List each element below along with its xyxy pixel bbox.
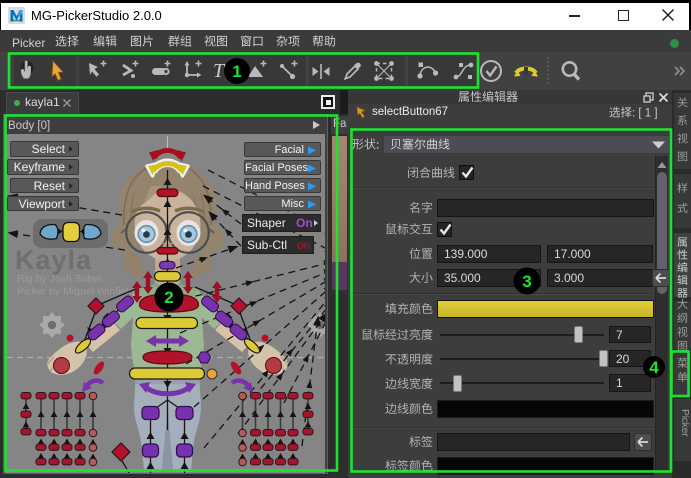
svg-text:Picker by Miguel Winfield: Picker by Miguel Winfield [17, 286, 134, 298]
svg-text:Kayla: Kayla [15, 245, 92, 275]
svg-text:Rig by Josh Sobel: Rig by Josh Sobel [17, 273, 102, 285]
